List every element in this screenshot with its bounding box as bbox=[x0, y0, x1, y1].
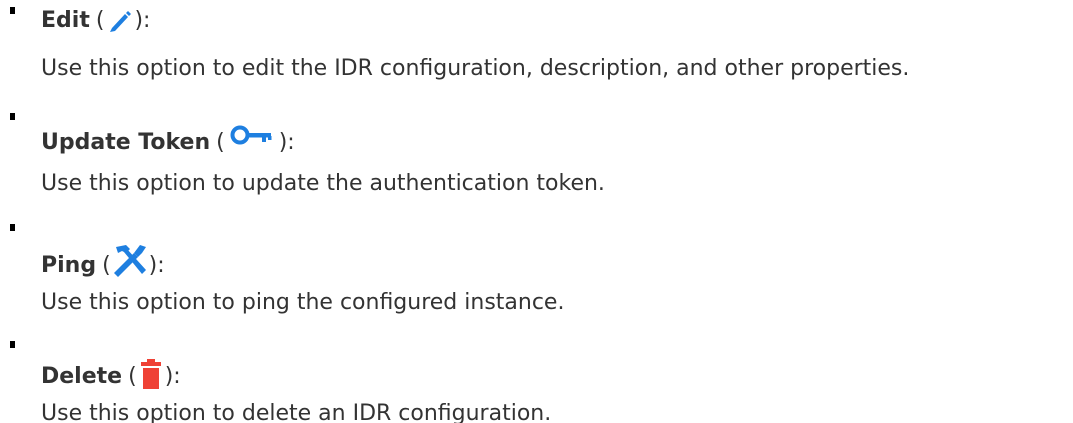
item-description: Use this option to ping the configured i… bbox=[41, 290, 565, 315]
item-name: Edit bbox=[41, 8, 90, 33]
key-icon bbox=[229, 124, 275, 156]
bullet-marker bbox=[10, 7, 15, 14]
item-name: Update Token bbox=[41, 130, 211, 155]
item-name: Delete bbox=[41, 364, 123, 389]
pencil-icon bbox=[106, 8, 132, 34]
item-description: Use this option to delete an IDR configu… bbox=[41, 401, 552, 423]
item-heading: Edit ( ): bbox=[41, 8, 151, 34]
item-heading: Ping ( ): bbox=[41, 243, 165, 279]
tools-icon bbox=[112, 243, 148, 279]
bullet-marker bbox=[10, 113, 15, 120]
bullet-marker bbox=[10, 341, 15, 348]
item-description: Use this option to edit the IDR configur… bbox=[41, 56, 910, 81]
trash-icon bbox=[140, 358, 162, 390]
item-heading: Update Token ( ): bbox=[41, 124, 295, 156]
item-name: Ping bbox=[41, 253, 97, 278]
bullet-marker bbox=[10, 224, 15, 231]
item-heading: Delete ( ): bbox=[41, 358, 181, 390]
item-description: Use this option to update the authentica… bbox=[41, 171, 605, 196]
